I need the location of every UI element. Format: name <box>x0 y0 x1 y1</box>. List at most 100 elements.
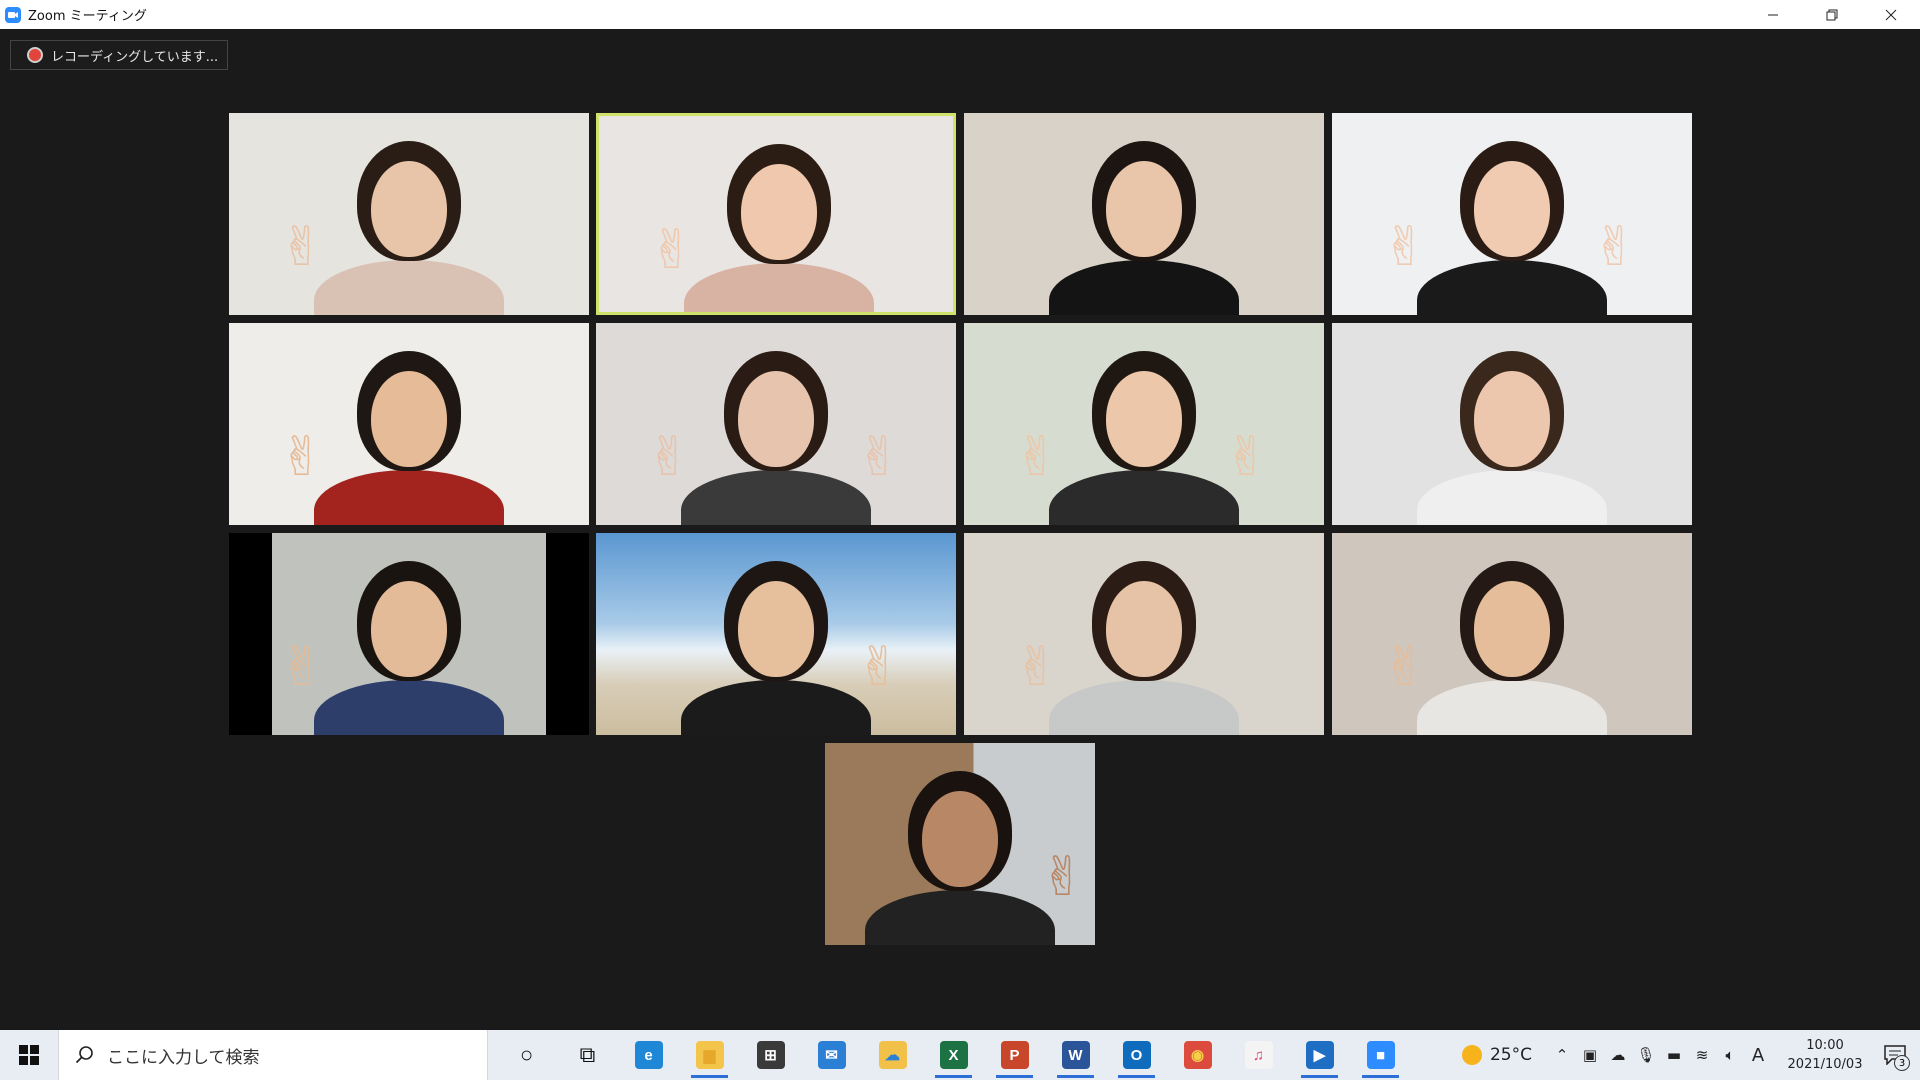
participant-video-tile[interactable]: ✌ <box>229 533 589 735</box>
recording-indicator[interactable]: レコーディングしています... <box>10 40 228 70</box>
window-titlebar: Zoom ミーティング <box>0 0 1920 29</box>
chrome-taskbar-button[interactable]: ◉ <box>1167 1030 1228 1080</box>
store-icon: ⊞ <box>756 1041 785 1069</box>
close-icon <box>1885 9 1896 20</box>
peace-sign-hand: ✌ <box>1014 635 1060 698</box>
search-placeholder: ここに入力して検索 <box>107 1047 260 1068</box>
minimize-button[interactable] <box>1743 0 1802 29</box>
clock-date: 2021/10/03 <box>1787 1057 1863 1072</box>
participant-video-tile[interactable]: ✌ <box>596 113 956 315</box>
participant-video-tile[interactable]: ✌ <box>229 113 589 315</box>
windows-logo-icon <box>19 1045 39 1065</box>
restore-icon <box>1826 9 1837 20</box>
participant-video-tile[interactable]: ✌ ✌ <box>964 323 1324 525</box>
participant-video-tile[interactable]: ✌ ✌ <box>1332 113 1692 315</box>
participant-face <box>1474 371 1550 467</box>
mail-taskbar-button[interactable]: ✉ <box>801 1030 862 1080</box>
itunes-taskbar-button[interactable]: ♫ <box>1228 1030 1289 1080</box>
word-icon: W <box>1061 1041 1090 1069</box>
pinned-apps: ○ ⧉ e ▆ ⊞ ✉ ☁ X P W O ◉ ♫ ▶ ■ <box>496 1030 1411 1080</box>
outlook-taskbar-button[interactable]: O <box>1106 1030 1167 1080</box>
video-player-icon: ▶ <box>1305 1041 1334 1069</box>
search-icon <box>73 1043 97 1067</box>
system-tray: 25°C ⌃ ▣ ☁ 🎙︎ ▬ ≋ 🔈︎ A 10:00 2021/10/03 … <box>1461 1030 1920 1080</box>
participant-face <box>922 791 998 887</box>
clock-time: 10:00 <box>1806 1038 1844 1053</box>
clock[interactable]: 10:00 2021/10/03 <box>1780 1036 1870 1074</box>
participant-video-tile[interactable] <box>964 113 1324 315</box>
zoom-taskbar-button[interactable]: ■ <box>1350 1030 1411 1080</box>
participant-face <box>1106 161 1182 257</box>
participant-face <box>1474 581 1550 677</box>
onedrive-folder-taskbar-button[interactable]: ☁ <box>862 1030 923 1080</box>
store-taskbar-button[interactable]: ⊞ <box>740 1030 801 1080</box>
word-taskbar-button[interactable]: W <box>1045 1030 1106 1080</box>
close-button[interactable] <box>1861 0 1920 29</box>
participant-face <box>1474 161 1550 257</box>
peace-sign-hand: ✌ <box>1040 845 1086 908</box>
participant-video-tile[interactable] <box>1332 323 1692 525</box>
participant-face <box>741 164 817 260</box>
excel-taskbar-button[interactable]: X <box>923 1030 984 1080</box>
start-button[interactable] <box>0 1030 58 1080</box>
peace-sign-hand: ✌ <box>1382 635 1428 698</box>
peace-sign-hand: ✌ <box>649 218 695 281</box>
temperature: 25°C <box>1489 1045 1532 1065</box>
onedrive-folder-icon: ☁ <box>878 1041 907 1069</box>
participant-video-tile[interactable]: ✌ ✌ <box>596 323 956 525</box>
peace-sign-hand: ✌ <box>279 215 325 278</box>
cortana-icon: ○ <box>519 1042 534 1067</box>
restore-button[interactable] <box>1802 0 1861 29</box>
chevron-up-icon[interactable]: ⌃ <box>1548 1030 1576 1080</box>
edge-icon: e <box>634 1041 663 1069</box>
meet-now-icon[interactable]: ▣ <box>1576 1030 1604 1080</box>
taskbar-search-box[interactable]: ここに入力して検索 <box>58 1030 488 1080</box>
weather-widget[interactable]: 25°C <box>1461 1045 1532 1065</box>
edge-taskbar-button[interactable]: e <box>618 1030 679 1080</box>
onedrive-icon[interactable]: ☁ <box>1604 1030 1632 1080</box>
file-explorer-icon: ▆ <box>695 1041 724 1069</box>
zoom-icon: ■ <box>1366 1041 1395 1069</box>
participant-video-tile[interactable]: ✌ <box>825 743 1095 945</box>
participant-face <box>371 581 447 677</box>
peace-sign-hand: ✌ <box>856 425 902 488</box>
itunes-icon: ♫ <box>1244 1041 1273 1069</box>
participant-face <box>1106 581 1182 677</box>
video-player-taskbar-button[interactable]: ▶ <box>1289 1030 1350 1080</box>
wifi-icon[interactable]: ≋ <box>1688 1030 1716 1080</box>
peace-sign-hand: ✌ <box>646 425 692 488</box>
notification-count: 3 <box>1894 1055 1910 1071</box>
window-controls <box>1743 0 1920 29</box>
peace-sign-hand: ✌ <box>1592 215 1638 278</box>
task-view-icon: ⧉ <box>579 1042 596 1067</box>
volume-icon[interactable]: 🔈︎ <box>1716 1030 1744 1080</box>
microphone-icon[interactable]: 🎙︎ <box>1632 1030 1660 1080</box>
powerpoint-icon: P <box>1000 1041 1029 1069</box>
notification-center-button[interactable]: 3 <box>1870 1030 1920 1080</box>
participant-face <box>371 371 447 467</box>
participant-video-tile[interactable]: ✌ <box>596 533 956 735</box>
windows-taskbar: ここに入力して検索 ○ ⧉ e ▆ ⊞ ✉ ☁ X P W O ◉ ♫ ▶ ■ 25°C ⌃ ▣ ☁ 🎙︎ … <box>0 1030 1920 1080</box>
participant-face <box>738 371 814 467</box>
participant-video-tile[interactable]: ✌ <box>229 323 589 525</box>
ime-indicator[interactable]: A <box>1744 1030 1772 1080</box>
battery-icon[interactable]: ▬ <box>1660 1030 1688 1080</box>
chrome-icon: ◉ <box>1183 1041 1212 1069</box>
participant-face <box>738 581 814 677</box>
peace-sign-hand: ✌ <box>1224 425 1270 488</box>
participant-face <box>371 161 447 257</box>
excel-icon: X <box>939 1041 968 1069</box>
sun-icon <box>1461 1045 1482 1065</box>
recording-label: レコーディングしています... <box>51 49 219 65</box>
file-explorer-taskbar-button[interactable]: ▆ <box>679 1030 740 1080</box>
powerpoint-taskbar-button[interactable]: P <box>984 1030 1045 1080</box>
window-title: Zoom ミーティング <box>28 9 147 24</box>
outlook-icon: O <box>1122 1041 1151 1069</box>
participant-video-tile[interactable]: ✌ <box>1332 533 1692 735</box>
zoom-app-icon <box>5 6 21 23</box>
participant-video-tile[interactable]: ✌ <box>964 533 1324 735</box>
task-view-taskbar-button[interactable]: ⧉ <box>557 1030 618 1080</box>
record-icon <box>27 47 43 63</box>
peace-sign-hand: ✌ <box>1014 425 1060 488</box>
cortana-taskbar-button[interactable]: ○ <box>496 1030 557 1080</box>
